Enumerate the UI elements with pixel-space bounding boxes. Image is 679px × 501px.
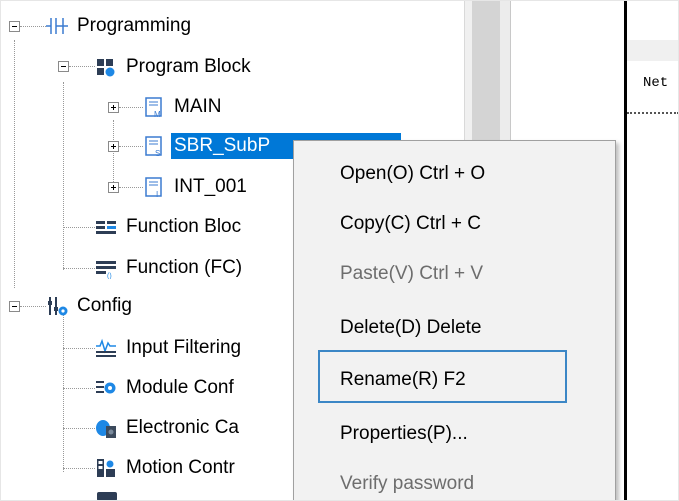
- tree-item-function-fc[interactable]: () Function (FC): [95, 252, 245, 284]
- function-fc-icon: (): [96, 261, 116, 279]
- tree-connector: [63, 312, 64, 472]
- tree-connector: [63, 82, 64, 270]
- tree-item-label: Module Conf: [126, 377, 234, 398]
- tree-item-module-config[interactable]: Module Conf: [95, 372, 237, 404]
- menu-item-paste[interactable]: Paste(V) Ctrl + V: [340, 263, 483, 285]
- tree-connector: [119, 187, 143, 188]
- tree-item-config[interactable]: Config: [46, 290, 135, 322]
- tree-item-label: Motion Contr: [126, 457, 235, 478]
- power-rail: [624, 0, 627, 501]
- tree-connector: [119, 146, 143, 147]
- tree-item-label: Electronic Ca: [126, 417, 239, 438]
- tree-connector: [63, 227, 95, 228]
- tree-connector: [20, 26, 46, 27]
- tree-connector: [69, 66, 95, 67]
- tree-connector: [113, 120, 114, 188]
- tree-connector: [63, 348, 95, 349]
- tree-connector: [20, 306, 46, 307]
- motion-control-icon: [97, 459, 115, 477]
- tree-item-label: Function (FC): [126, 257, 243, 278]
- editor-header-bar: [627, 40, 679, 61]
- collapse-toggle-icon[interactable]: [58, 61, 69, 72]
- svg-text:(): (): [107, 273, 112, 279]
- svg-text:M: M: [154, 110, 161, 118]
- tree-connector: [119, 107, 143, 108]
- expand-toggle-icon[interactable]: [108, 102, 119, 113]
- tree-item-partial-icon: [97, 492, 117, 501]
- tree-item-program-block[interactable]: Program Block: [95, 51, 254, 83]
- tree-item-label: Program Block: [126, 56, 251, 77]
- tree-item-label: Programming: [77, 15, 192, 36]
- input-filtering-icon: [96, 338, 116, 357]
- menu-item-verify-password[interactable]: Verify password: [340, 473, 474, 495]
- tree-item-input-filtering[interactable]: Input Filtering: [95, 332, 244, 364]
- tree-item-motion-control[interactable]: Motion Contr: [95, 452, 238, 484]
- svg-text:S: S: [155, 149, 160, 157]
- context-menu: Open(O) Ctrl + O Copy(C) Ctrl + C Paste(…: [293, 140, 616, 501]
- tree-connector: [63, 268, 95, 269]
- tree-item-electronic-cam[interactable]: Electronic Ca: [95, 412, 242, 444]
- tree-connector: [63, 468, 95, 469]
- svg-text:I: I: [156, 190, 158, 198]
- config-icon: [48, 297, 68, 316]
- tree-connector: [63, 428, 95, 429]
- module-config-icon: [96, 381, 116, 394]
- program-block-icon: [97, 59, 115, 77]
- menu-item-properties[interactable]: Properties(P)...: [340, 423, 468, 445]
- tree-item-main[interactable]: M MAIN: [143, 91, 225, 123]
- menu-item-delete[interactable]: Delete(D) Delete: [340, 317, 482, 339]
- tree-item-label: Config: [77, 295, 132, 316]
- tree-item-label: Input Filtering: [126, 337, 242, 358]
- expand-toggle-icon[interactable]: [108, 141, 119, 152]
- tree-item-programming[interactable]: Programming: [46, 10, 194, 42]
- tree-item-function-block[interactable]: Function Bloc: [95, 211, 244, 243]
- interrupt-icon: I: [145, 177, 162, 198]
- ladder-contacts-icon: [46, 18, 68, 34]
- subroutine-icon: S: [145, 136, 162, 157]
- collapse-toggle-icon[interactable]: [9, 21, 20, 32]
- tree-item-label: Function Bloc: [126, 216, 242, 237]
- network-label: Net: [643, 75, 669, 91]
- tree-connector: [14, 40, 15, 288]
- tree-item-label: INT_001: [174, 176, 247, 197]
- expand-toggle-icon[interactable]: [108, 182, 119, 193]
- main-program-icon: M: [145, 97, 162, 118]
- collapse-toggle-icon[interactable]: [9, 301, 20, 312]
- function-block-icon: [96, 221, 116, 234]
- menu-item-open[interactable]: Open(O) Ctrl + O: [340, 163, 485, 185]
- electronic-cam-icon: [96, 420, 116, 438]
- tree-item-interrupt[interactable]: I INT_001: [143, 171, 250, 203]
- tree-item-label: MAIN: [174, 96, 222, 117]
- menu-item-copy[interactable]: Copy(C) Ctrl + C: [340, 213, 481, 235]
- rename-highlight-box: [318, 350, 567, 403]
- tree-connector: [63, 388, 95, 389]
- network-separator: [627, 112, 679, 114]
